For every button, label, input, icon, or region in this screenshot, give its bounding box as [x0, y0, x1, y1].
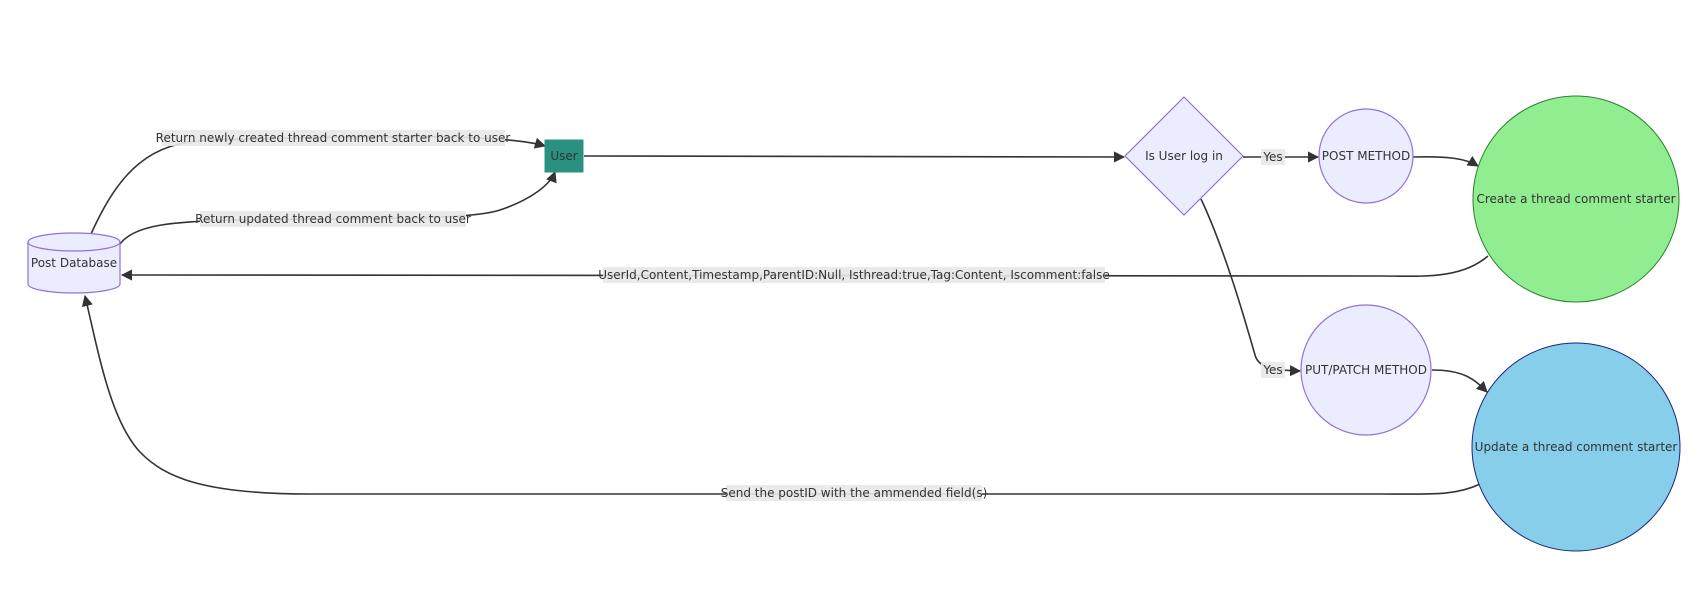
svg-text:Send the postID with the ammen: Send the postID with the ammended field(… [721, 486, 988, 500]
edge-label-create-payload: UserId,Content,Timestamp,ParentID:Null, … [598, 267, 1110, 283]
edge-label-yes-put: Yes [1261, 362, 1285, 378]
edge-put-to-update [1431, 369, 1488, 393]
edge-label-return-updated: Return updated thread comment back to us… [195, 211, 471, 227]
svg-text:Yes: Yes [1262, 150, 1282, 164]
node-decision: Is User log in [1124, 96, 1244, 216]
svg-text:PUT/PATCH METHOD: PUT/PATCH METHOD [1305, 363, 1427, 377]
node-post-method: POST METHOD [1318, 108, 1414, 204]
node-update-thread: Update a thread comment starter [1471, 342, 1681, 552]
edge-decision-to-put [1200, 198, 1302, 377]
edge-label-return-new: Return newly created thread comment star… [156, 130, 511, 146]
svg-text:Post Database: Post Database [31, 256, 117, 270]
node-create-thread: Create a thread comment starter [1472, 95, 1680, 303]
svg-text:Return updated thread comment: Return updated thread comment back to us… [195, 212, 471, 226]
svg-text:User: User [550, 149, 577, 163]
node-put-patch-method: PUT/PATCH METHOD [1300, 304, 1432, 436]
flowchart: Return newly created thread comment star… [27, 95, 1681, 552]
svg-text:POST METHOD: POST METHOD [1322, 149, 1410, 163]
edge-user-to-decision [583, 151, 1126, 163]
edge-post-to-create [1412, 155, 1479, 167]
svg-text:Create a thread comment starte: Create a thread comment starter [1476, 192, 1675, 206]
svg-text:Is User log in: Is User log in [1145, 149, 1223, 163]
svg-text:Yes: Yes [1262, 363, 1282, 377]
node-post-database: Post Database [27, 232, 121, 294]
edge-label-update-payload: Send the postID with the ammended field(… [721, 485, 988, 501]
edge-db-to-user-updated [119, 170, 557, 245]
svg-text:Return newly created thread co: Return newly created thread comment star… [156, 131, 511, 145]
edge-update-to-db [81, 294, 1481, 495]
edge-label-yes-post: Yes [1261, 149, 1285, 165]
svg-text:Update a thread comment starte: Update a thread comment starter [1475, 440, 1678, 454]
node-user: User [544, 139, 584, 173]
svg-text:UserId,Content,Timestamp,Paren: UserId,Content,Timestamp,ParentID:Null, … [598, 268, 1110, 282]
